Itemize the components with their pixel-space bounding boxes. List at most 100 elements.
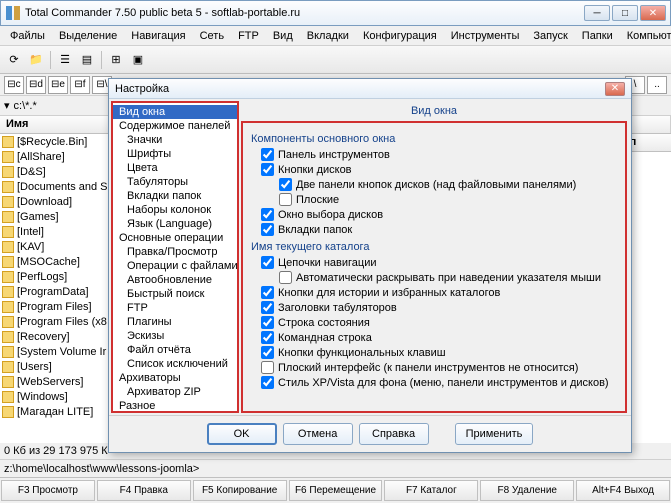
tree-item[interactable]: FTP: [113, 301, 237, 315]
checkbox[interactable]: [261, 361, 274, 374]
tree-item[interactable]: Автообновление: [113, 273, 237, 287]
drive-c[interactable]: ⊟c: [4, 76, 24, 94]
checkbox[interactable]: [279, 271, 292, 284]
fkey-5[interactable]: F8 Удаление: [480, 480, 574, 501]
menu-5[interactable]: Вид: [267, 28, 299, 44]
maximize-button[interactable]: □: [612, 5, 638, 21]
view-icon[interactable]: ☰: [55, 50, 75, 70]
menu-10[interactable]: Папки: [576, 28, 619, 44]
checkbox-row[interactable]: Заголовки табуляторов: [261, 300, 617, 315]
menu-3[interactable]: Сеть: [194, 28, 230, 44]
drive-d[interactable]: ⊟d: [26, 76, 46, 94]
fkey-4[interactable]: F7 Каталог: [384, 480, 478, 501]
checkbox[interactable]: [261, 223, 274, 236]
tree-item[interactable]: Правка/Просмотр: [113, 245, 237, 259]
checkbox[interactable]: [261, 301, 274, 314]
tree-item[interactable]: Шрифты: [113, 147, 237, 161]
folder-icon: [2, 331, 14, 343]
fkey-0[interactable]: F3 Просмотр: [1, 480, 95, 501]
tree-item[interactable]: Табуляторы: [113, 175, 237, 189]
tree-item[interactable]: Файл отчёта: [113, 343, 237, 357]
tree-item[interactable]: Архиватор ZIP: [113, 385, 237, 399]
close-button[interactable]: ✕: [640, 5, 666, 21]
checkbox[interactable]: [279, 178, 292, 191]
group-label: Компоненты основного окна: [251, 133, 617, 145]
tree-item[interactable]: Язык (Language): [113, 217, 237, 231]
menu-11[interactable]: Компьютер: [621, 28, 671, 44]
apply-button[interactable]: Применить: [455, 423, 534, 445]
tree-item[interactable]: Основные операции: [113, 231, 237, 245]
tree-item[interactable]: Архиваторы: [113, 371, 237, 385]
tree-item[interactable]: Цвета: [113, 161, 237, 175]
dialog-buttons: OK Отмена Справка Применить: [109, 415, 631, 451]
menu-1[interactable]: Выделение: [53, 28, 123, 44]
status-text: 0 Кб из 29 173 975 К: [4, 445, 108, 457]
menu-7[interactable]: Конфигурация: [357, 28, 443, 44]
menu-6[interactable]: Вкладки: [301, 28, 355, 44]
menu-4[interactable]: FTP: [232, 28, 265, 44]
tree-item[interactable]: Вид окна: [113, 105, 237, 119]
folder-icon: [2, 226, 14, 238]
checkbox[interactable]: [261, 256, 274, 269]
menu-0[interactable]: Файлы: [4, 28, 51, 44]
tree-item[interactable]: Значки: [113, 133, 237, 147]
tree-item[interactable]: Операции с файлами: [113, 259, 237, 273]
checkbox-row[interactable]: Две панели кнопок дисков (над файловыми …: [279, 177, 617, 192]
minimize-button[interactable]: ─: [584, 5, 610, 21]
cancel-button[interactable]: Отмена: [283, 423, 353, 445]
menu-9[interactable]: Запуск: [527, 28, 573, 44]
checkbox[interactable]: [261, 163, 274, 176]
checkbox-row[interactable]: Командная строка: [261, 330, 617, 345]
checkbox-row[interactable]: Вкладки папок: [261, 222, 617, 237]
checkbox[interactable]: [261, 208, 274, 221]
fkey-1[interactable]: F4 Правка: [97, 480, 191, 501]
checkbox-row[interactable]: Кнопки функциональных клавиш: [261, 345, 617, 360]
tree-item[interactable]: Вкладки папок: [113, 189, 237, 203]
folder-icon: [2, 316, 14, 328]
checkbox-row[interactable]: Панель инструментов: [261, 147, 617, 162]
checkbox-row[interactable]: Кнопки дисков: [261, 162, 617, 177]
menu-8[interactable]: Инструменты: [445, 28, 526, 44]
tree-item[interactable]: Содержимое панелей: [113, 119, 237, 133]
checkbox[interactable]: [261, 286, 274, 299]
checkbox-row[interactable]: Плоские: [279, 192, 617, 207]
tree-item[interactable]: Плагины: [113, 315, 237, 329]
drive-e[interactable]: ⊟e: [48, 76, 68, 94]
checkbox-row[interactable]: Строка состояния: [261, 315, 617, 330]
checkbox[interactable]: [261, 148, 274, 161]
checkbox-row[interactable]: Автоматически раскрывать при наведении у…: [279, 270, 617, 285]
ok-button[interactable]: OK: [207, 423, 277, 445]
checkbox-row[interactable]: Плоский интерфейс (к панели инструментов…: [261, 360, 617, 375]
command-line[interactable]: z:\home\localhost\www\lessons-joomla>: [0, 459, 671, 477]
up-button[interactable]: ..: [647, 76, 667, 94]
settings-dialog: Настройка ✕ Вид окнаСодержимое панелейЗн…: [108, 78, 632, 453]
tree-item[interactable]: Быстрый поиск: [113, 287, 237, 301]
drive-f[interactable]: ⊟f: [70, 76, 90, 94]
checkbox-row[interactable]: Окно выбора дисков: [261, 207, 617, 222]
fkey-3[interactable]: F6 Перемещение: [289, 480, 383, 501]
settings-tree[interactable]: Вид окнаСодержимое панелейЗначкиШрифтыЦв…: [111, 101, 239, 413]
help-button[interactable]: Справка: [359, 423, 429, 445]
copy-icon[interactable]: ⊞: [106, 50, 126, 70]
folder-icon[interactable]: 📁: [26, 50, 46, 70]
fkey-6[interactable]: Alt+F4 Выход: [576, 480, 670, 501]
menu-2[interactable]: Навигация: [125, 28, 191, 44]
checkbox[interactable]: [261, 331, 274, 344]
checkbox[interactable]: [261, 346, 274, 359]
checkbox-row[interactable]: Стиль XP/Vista для фона (меню, панели ин…: [261, 375, 617, 390]
checkbox[interactable]: [279, 193, 292, 206]
tree-item[interactable]: Наборы колонок: [113, 203, 237, 217]
folder-icon: [2, 166, 14, 178]
refresh-icon[interactable]: ⟳: [4, 50, 24, 70]
tree-item[interactable]: Эскизы: [113, 329, 237, 343]
pack-icon[interactable]: ▣: [128, 50, 148, 70]
fkey-2[interactable]: F5 Копирование: [193, 480, 287, 501]
tree-icon[interactable]: ▤: [77, 50, 97, 70]
dialog-close-button[interactable]: ✕: [605, 82, 625, 96]
checkbox[interactable]: [261, 316, 274, 329]
checkbox-row[interactable]: Цепочки навигации: [261, 255, 617, 270]
tree-item[interactable]: Разное: [113, 399, 237, 413]
checkbox-row[interactable]: Кнопки для истории и избранных каталогов: [261, 285, 617, 300]
tree-item[interactable]: Список исключений: [113, 357, 237, 371]
checkbox[interactable]: [261, 376, 274, 389]
